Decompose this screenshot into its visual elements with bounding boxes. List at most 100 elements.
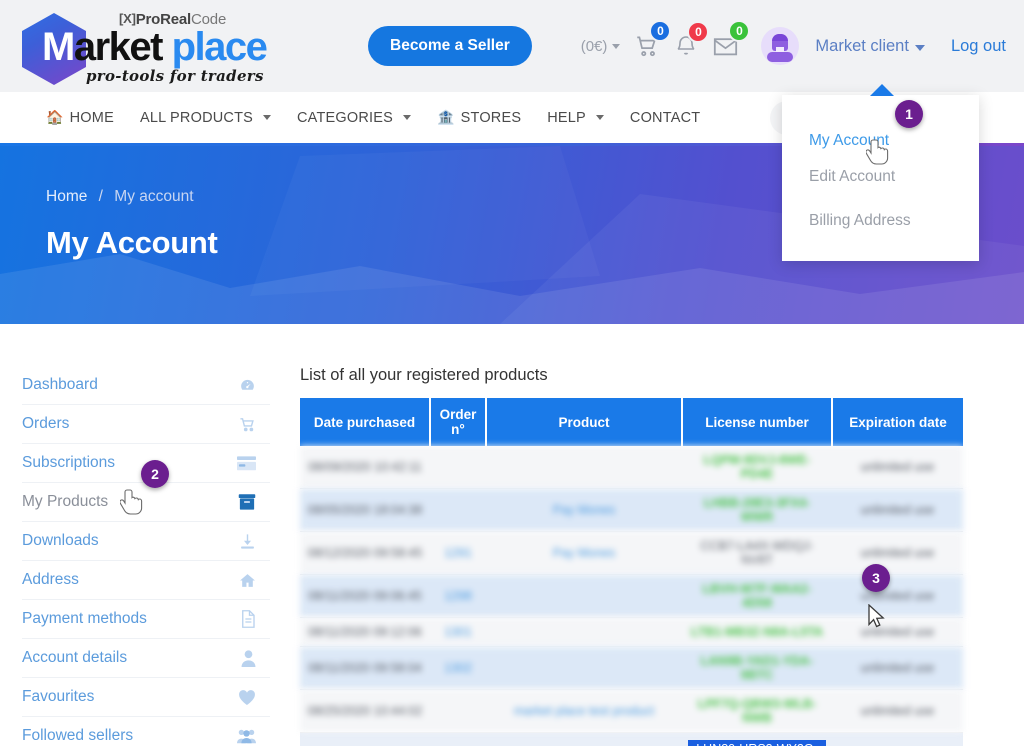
cell-product [486,446,682,489]
account-menu-toggle[interactable]: Market client [815,37,925,56]
table-row[interactable]: 08/11/2020 09:12:06 1301 LTB1-MB3Z-N8A-L5T… [300,617,963,647]
nav-item-categories[interactable]: CATEGORIES [297,110,412,126]
nav-item-stores[interactable]: 🏦 STORES [437,109,521,126]
column-header-expiration-date[interactable]: Expiration date [832,398,963,446]
user-icon [241,649,256,667]
document-icon [240,610,256,628]
sidebar-item-label: Address [22,571,79,588]
cell-expiration-date: unlimited use [832,446,963,489]
sidebar-item-payment-methods[interactable]: Payment methods [22,600,270,639]
download-icon [239,533,256,550]
cart-amount-dropdown[interactable]: (0€) [581,38,621,55]
cell-product: Pay Mones [486,531,682,575]
messages-button[interactable]: 0 [712,19,751,60]
nav-label: HELP [547,109,586,126]
table-row[interactable]: 07/27/2020 16:00:291305market place test… [300,732,963,746]
breadcrumb-current: My account [114,188,194,205]
column-header-date-purchased[interactable]: Date purchased [300,398,431,446]
cart-button[interactable]: 0 [634,20,672,59]
dropdown-item-billing-address[interactable]: Billing Address [782,203,979,239]
sidebar-item-label: My Products [22,493,109,510]
group-icon [237,728,256,744]
sidebar-item-label: Favourites [22,688,95,705]
table-row[interactable]: 08/05/2020 18:04:38 Pay Mones LHBB-28E3-3F… [300,488,963,532]
cell-license-number-value: LHBB-28E3-3FX4-WWR [703,496,811,524]
sidebar-item-downloads[interactable]: Downloads [22,522,270,561]
cell-license-number-value: LTB1-MB3Z-N8A-L5TA [690,625,824,639]
notifications-badge: 0 [687,21,710,43]
column-header-product[interactable]: Product [486,398,683,446]
home-icon: 🏠 [46,109,64,125]
cell-order-number-value: 1302 [444,661,472,675]
dropdown-item-my-account[interactable]: My Account [782,123,979,159]
sidebar-item-favourites[interactable]: Favourites [22,678,270,717]
nav-item-contact[interactable]: CONTACT [630,110,700,126]
box-icon [238,493,256,511]
table-row[interactable]: 08/12/2020 09:58:45 1291 Pay Mones CCB7-LA4… [300,531,963,575]
nav-label: STORES [460,109,522,126]
cell-date-purchased: 08/25/2020 10:44:02 [300,689,430,733]
cell-date-purchased: 08/05/2020 18:04:38 [300,488,430,532]
cell-expiration-date: unlimited use [832,574,963,618]
cart-amount-label: (0€) [580,37,608,55]
cell-expiration-date: unlimited use [832,531,963,575]
column-header-order-number[interactable]: Order n° [430,398,487,446]
sidebar-item-followed-sellers[interactable]: Followed sellers [22,717,270,746]
dropdown-item-edit-account[interactable]: Edit Account [782,159,979,195]
cell-order-number: 1291 [430,531,486,575]
breadcrumb-separator: / [98,188,103,205]
cell-license-number-value: LPF7Q-QBW3-WLB-NWB [697,697,817,725]
sidebar-item-dashboard[interactable]: Dashboard [22,366,270,405]
sidebar-item-label: Payment methods [22,610,147,627]
account-dropdown-panel: My Account Edit Account Billing Address [782,84,979,261]
sidebar-item-my-products[interactable]: My Products [22,483,270,522]
cell-product-value: Pay Mones [552,503,616,517]
table-row[interactable]: 08/25/2020 10:44:02 market place test pro… [300,689,963,733]
chevron-down-icon [914,44,925,51]
step-marker-3: 3 [862,564,890,592]
table-body: 08/09/2020 10:42:11 LQPM-9DVJ-8WE-PD4E unl… [300,446,963,746]
page-root: [X]ProRealCode Market place pro-tools fo… [0,0,1024,746]
cell-product [486,617,682,647]
cell-product-value: Pay Mones [552,546,616,560]
notifications-button[interactable]: 0 [674,21,710,58]
sidebar-item-label: Orders [22,415,70,432]
cell-date-purchased: 08/11/2020 09:06:45 [300,574,430,618]
cell-expiration-date: unlimited use [832,689,963,733]
nav-item-all-products[interactable]: ALL PRODUCTS [140,110,272,126]
top-header-bar: [X]ProRealCode Market place pro-tools fo… [0,0,1024,92]
products-panel: List of all your registered products Dat… [270,366,1024,746]
site-logo[interactable]: [X]ProRealCode Market place pro-tools fo… [14,5,268,87]
become-a-seller-button[interactable]: Become a Seller [368,26,532,66]
sidebar-item-orders[interactable]: Orders [22,405,270,444]
chevron-down-icon [595,115,604,120]
nav-label: HOME [69,109,114,126]
table-row[interactable]: 08/09/2020 10:42:11 LQPM-9DVJ-8WE-PD4E unl… [300,446,963,489]
cell-product: market place test product [486,732,682,746]
cell-product-value: market place test product [513,704,655,718]
cell-date-purchased: 08/12/2020 09:58:45 [300,531,430,575]
breadcrumb-home[interactable]: Home [46,188,87,205]
table-header-row: Date purchased Order n° Product License … [300,398,963,446]
table-row[interactable]: 08/11/2020 09:58:04 1302 LAN9B-YAD1-YDA-9B… [300,646,963,690]
cell-order-number: 1298 [430,574,486,618]
brand-tagline: pro-tools for traders [86,67,264,85]
column-header-license-number[interactable]: License number [682,398,833,446]
cell-license-number-value: LHN80-HRS3-WY2G-QND1 [688,740,826,746]
sidebar-item-address[interactable]: Address [22,561,270,600]
logout-link[interactable]: Log out [951,37,1006,56]
nav-label: CONTACT [629,109,701,126]
cell-license-number-value: LAN9B-YAD1-YDA-9BTC [700,654,814,682]
nav-item-help[interactable]: HELP [547,110,604,126]
sidebar-item-label: Downloads [22,532,99,549]
cell-license-number: LQPM-9DVJ-8WE-PD4E [682,446,832,489]
cell-order-number: 1305 [430,732,486,746]
sidebar-item-account-details[interactable]: Account details [22,639,270,678]
cell-license-number-value: LQPM-9DVJ-8WE-PD4E [703,453,811,481]
cell-date-purchased: 08/11/2020 09:12:06 [300,617,430,647]
avatar[interactable] [761,27,800,65]
cell-order-number: 1301 [430,617,486,647]
cell-order-number [430,446,486,489]
nav-item-home[interactable]: 🏠 HOME [46,109,114,126]
sidebar-item-label: Subscriptions [22,454,116,471]
